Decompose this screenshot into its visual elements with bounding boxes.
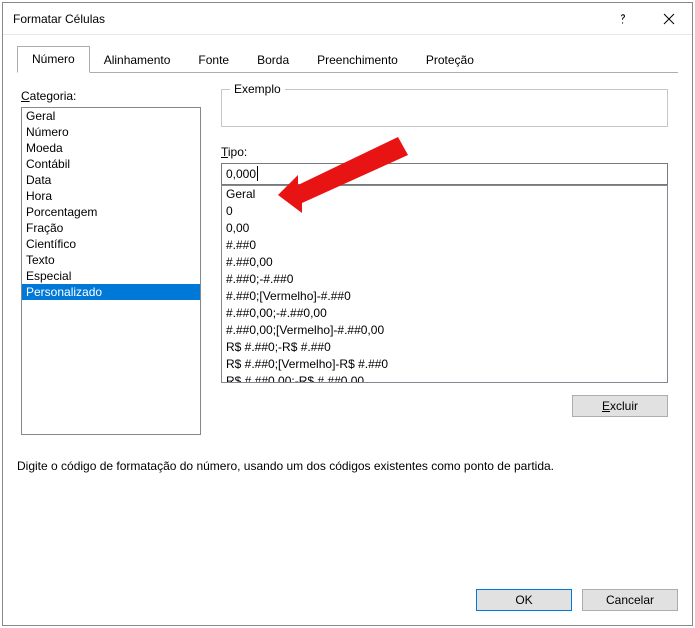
type-item[interactable]: #.##0,00 [222,254,667,271]
type-item[interactable]: R$ #.##0,00;-R$ #.##0,00 [222,373,667,383]
type-listbox[interactable]: Geral00,00#.##0#.##0,00#.##0;-#.##0#.##0… [221,185,668,383]
tipo-input[interactable] [221,163,668,185]
type-item[interactable]: R$ #.##0;[Vermelho]-R$ #.##0 [222,356,667,373]
type-item[interactable]: #.##0,00;[Vermelho]-#.##0,00 [222,322,667,339]
tab-numero[interactable]: Número [17,46,90,73]
close-button[interactable] [646,3,692,35]
help-button[interactable] [600,3,646,35]
category-item[interactable]: Texto [22,252,200,268]
help-icon [617,13,629,25]
category-item[interactable]: Data [22,172,200,188]
tab-fonte[interactable]: Fonte [184,48,243,73]
category-item[interactable]: Moeda [22,140,200,156]
category-label: Categoria: [21,89,201,103]
ok-button[interactable]: OK [476,589,572,611]
tab-numero-pane: Categoria: GeralNúmeroMoedaContábilDataH… [17,73,678,445]
tab-alinhamento[interactable]: Alinhamento [90,48,185,73]
category-listbox[interactable]: GeralNúmeroMoedaContábilDataHoraPorcenta… [21,107,201,435]
close-icon [663,13,675,25]
category-item[interactable]: Contábil [22,156,200,172]
type-item[interactable]: #.##0,00;-#.##0,00 [222,305,667,322]
exemplo-label: Exemplo [230,82,285,96]
excluir-button[interactable]: Excluir [572,395,668,417]
titlebar: Formatar Células [3,3,692,35]
dialog-footer: OK Cancelar [3,577,692,625]
category-item[interactable]: Número [22,124,200,140]
tipo-input-wrap [221,163,668,185]
category-item[interactable]: Científico [22,236,200,252]
hint-text: Digite o código de formatação do número,… [3,445,692,473]
category-item[interactable]: Geral [22,108,200,124]
type-item[interactable]: Geral [222,186,667,203]
type-item[interactable]: 0 [222,203,667,220]
category-item[interactable]: Fração [22,220,200,236]
tab-strip: Número Alinhamento Fonte Borda Preenchim… [17,47,678,73]
category-item[interactable]: Especial [22,268,200,284]
type-item[interactable]: 0,00 [222,220,667,237]
tab-preenchimento[interactable]: Preenchimento [303,48,412,73]
type-item[interactable]: R$ #.##0;-R$ #.##0 [222,339,667,356]
format-cells-dialog: Formatar Células Número Alinhamento Font… [2,2,693,626]
category-item[interactable]: Personalizado [22,284,200,300]
exemplo-groupbox: Exemplo [221,89,668,127]
type-item[interactable]: #.##0;[Vermelho]-#.##0 [222,288,667,305]
type-item[interactable]: #.##0;-#.##0 [222,271,667,288]
tipo-label: Tipo: [221,145,668,159]
tab-protecao[interactable]: Proteção [412,48,488,73]
tab-borda[interactable]: Borda [243,48,303,73]
category-column: Categoria: GeralNúmeroMoedaContábilDataH… [21,89,201,435]
category-item[interactable]: Porcentagem [22,204,200,220]
text-caret [257,166,258,181]
cancel-button[interactable]: Cancelar [582,589,678,611]
category-item[interactable]: Hora [22,188,200,204]
type-item[interactable]: #.##0 [222,237,667,254]
right-column: Exemplo Tipo: Geral00,00#.##0#.##0,00#.#… [221,89,668,435]
window-title: Formatar Células [13,12,600,26]
dialog-body: Número Alinhamento Fonte Borda Preenchim… [3,35,692,445]
excluir-row: Excluir [221,395,668,417]
